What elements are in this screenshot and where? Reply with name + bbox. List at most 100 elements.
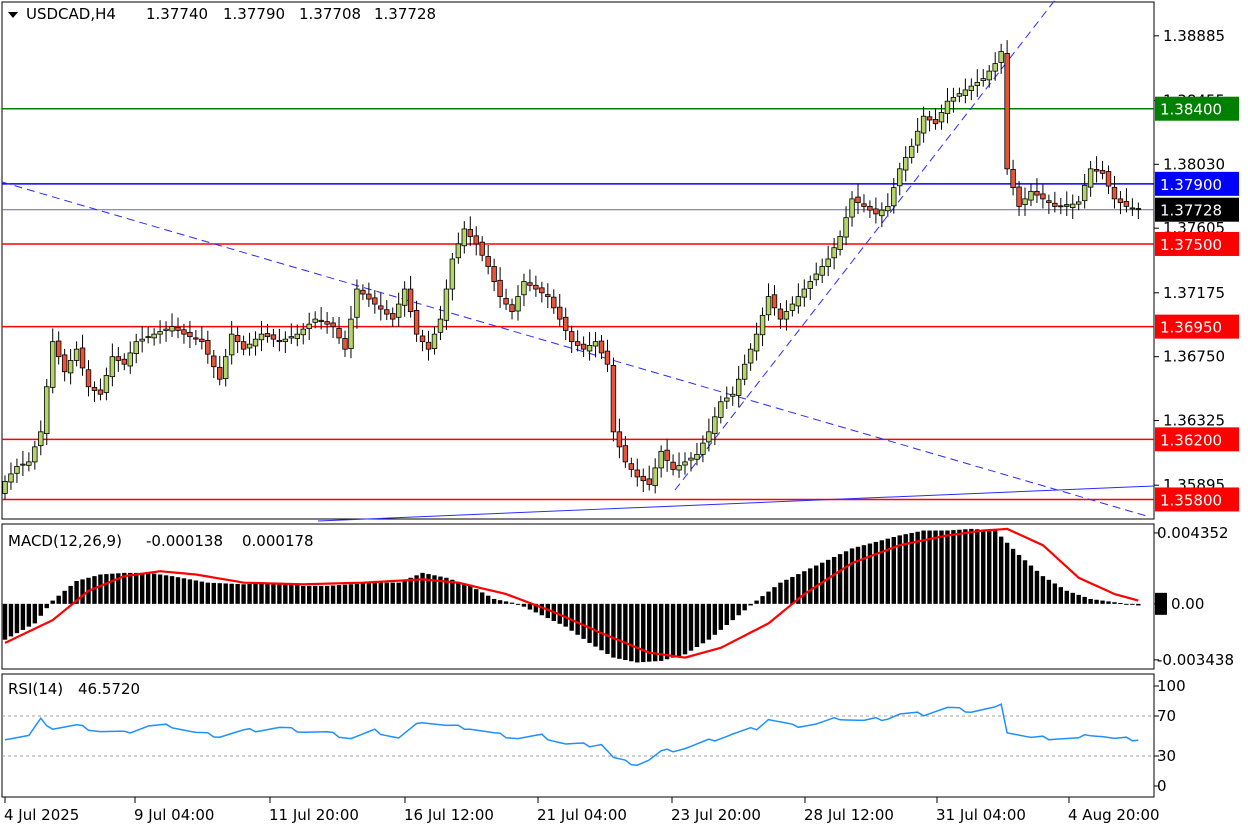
bear-candle [1046,200,1052,204]
macd-bar [98,574,103,604]
macd-bar [569,603,574,631]
bull-candle [1081,184,1088,202]
bull-candle [753,333,760,352]
bear-candle [425,341,432,350]
macd-bar [688,603,694,651]
high-value: 1.37790 [223,5,285,23]
macd-bar [1106,601,1111,604]
macd-bar [330,585,336,604]
bull-candle [294,333,300,339]
bull-candle [437,318,444,333]
bear-candle [1004,52,1010,170]
bull-candle [837,236,843,250]
macd-header: MACD(12,26,9) -0.000138 0.000178 [8,532,314,550]
bear-candle [598,340,605,354]
bear-candle [932,118,939,125]
macd-bar [497,600,503,604]
time-tick-label: 11 Jul 20:00 [269,806,359,824]
rsi-title: RSI(14) [8,680,63,698]
macd-bar [265,583,270,604]
macd-bar [312,585,318,604]
time-tick-label: 21 Jul 04:00 [537,806,627,824]
bull-candle [813,273,819,281]
macd-bar [163,575,169,604]
macd-bar [211,582,216,604]
bull-candle [724,397,730,402]
time-tick-label: 16 Jul 12:00 [404,806,494,824]
bull-candle [2,481,8,494]
macd-bar [617,603,622,659]
macd-bar [658,603,664,661]
macd-bar [378,582,383,604]
bull-candle [974,82,980,86]
macd-bar [772,587,777,604]
trading-chart[interactable]: 1.388851.384551.380301.376051.371751.367… [0,0,1248,832]
symbol-label: USDCAD,H4 [26,5,116,23]
macd-bar [408,577,413,604]
bull-candle [747,348,754,364]
macd-bar [193,580,199,604]
bear-candle [622,445,629,463]
macd-bar [462,583,467,604]
price-pane[interactable]: 1.388851.384551.380301.376051.371751.367… [1,0,1239,522]
macd-pane[interactable]: 0.004352 0.00 -0.003438 MACD(12,26,9) -0.0… [1,523,1234,670]
macd-bar [1004,542,1010,604]
macd-bar [802,571,807,604]
bear-candle [264,333,271,338]
macd-bar [468,585,473,604]
macd-bar [277,582,282,604]
bear-candle [926,116,933,121]
bear-candle [533,284,539,290]
bear-candle [497,279,503,297]
bear-candle [568,331,575,343]
bull-candle [849,198,855,218]
bear-candle [628,463,635,470]
bear-candle [539,287,545,294]
bear-candle [867,205,873,211]
bear-candle [336,328,342,339]
bear-candle [491,266,497,282]
rsi-tick-label: 100 [1157,677,1186,695]
macd-bar [766,591,771,604]
bull-candle [252,338,259,347]
bull-candle [783,311,790,320]
macd-bar [503,601,509,604]
bear-candle [211,355,217,368]
macd-bar [867,543,873,604]
macd-bar [724,603,729,626]
bear-candle [85,369,92,388]
macd-bar [1064,590,1069,604]
macd-bar [635,603,640,663]
bull-candle [807,281,813,289]
macd-bar [951,530,956,604]
bull-candle [20,463,26,466]
macd-bar [1076,594,1081,604]
macd-bar [969,528,974,604]
bull-candle [592,341,599,347]
macd-bar [676,603,682,656]
bear-candle [270,334,277,340]
low-value: 1.37708 [299,5,361,23]
bull-candle [908,145,915,158]
rsi-pane[interactable]: 100 70 30 0 RSI(14) 46.5720 [1,673,1186,798]
bull-candle [897,168,903,187]
rsi-axis: 100 70 30 0 [1154,677,1186,795]
bear-candle [318,319,324,323]
macd-bar [366,583,372,604]
level-tag-label: 1.38400 [1160,101,1222,119]
bear-candle [115,356,122,361]
bear-candle [181,329,187,335]
bull-candle [741,363,748,380]
macd-bar [1136,603,1141,606]
bull-candle [735,378,742,396]
macd-bar [1034,570,1040,604]
rsi-tick-label: 0 [1157,777,1167,795]
bull-candle [586,345,593,352]
bull-candle [1129,207,1136,210]
macd-bar [575,603,580,635]
bull-candle [44,386,50,435]
macd-bar [1094,599,1099,604]
bull-candle [903,157,909,171]
macd-tick-label: 0.004352 [1157,524,1229,542]
bull-candle [157,331,163,335]
